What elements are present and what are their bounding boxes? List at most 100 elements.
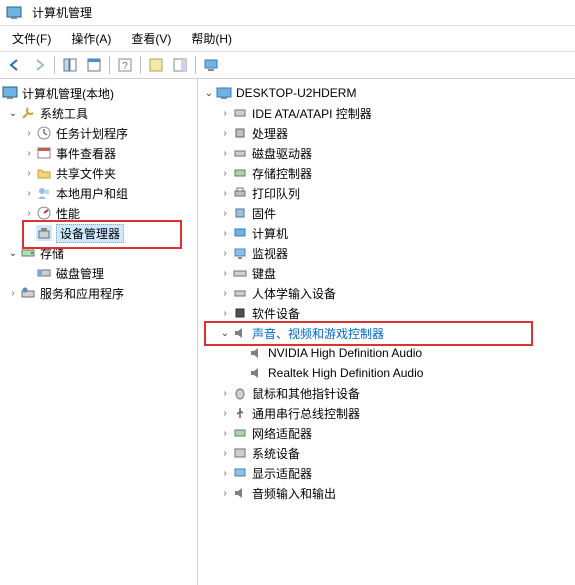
forward-button[interactable]	[28, 54, 50, 76]
chevron-right-icon[interactable]: ›	[218, 408, 232, 419]
cpu-icon	[232, 125, 248, 141]
system-icon	[232, 445, 248, 461]
storage-ctrl-icon	[232, 165, 248, 181]
chevron-right-icon[interactable]: ›	[22, 188, 36, 199]
chevron-right-icon[interactable]: ›	[218, 168, 232, 179]
chevron-down-icon[interactable]: ⌄	[6, 108, 20, 119]
show-hide-tree-button[interactable]	[59, 54, 81, 76]
tree-label: 性能	[56, 205, 80, 222]
dev-audio-io[interactable]: › 音频输入和输出	[198, 483, 575, 503]
dev-sound-nvidia[interactable]: NVIDIA High Definition Audio	[198, 343, 575, 363]
drive-icon	[232, 145, 248, 161]
toolbar-separator	[195, 56, 196, 74]
tree-label: 键盘	[252, 265, 276, 282]
dev-processors[interactable]: ›处理器	[198, 123, 575, 143]
chevron-right-icon[interactable]: ›	[218, 148, 232, 159]
tree-label: 本地用户和组	[56, 185, 128, 202]
chevron-right-icon[interactable]: ›	[218, 288, 232, 299]
chevron-right-icon[interactable]: ›	[218, 268, 232, 279]
dev-sound[interactable]: ⌄ 声音、视频和游戏控制器	[198, 323, 575, 343]
menubar: 文件(F) 操作(A) 查看(V) 帮助(H)	[0, 26, 575, 52]
tree-device-manager[interactable]: 设备管理器	[0, 223, 197, 243]
help-button[interactable]: ?	[114, 54, 136, 76]
dev-software-devices[interactable]: ›软件设备	[198, 303, 575, 323]
tree-root[interactable]: 计算机管理(本地)	[0, 83, 197, 103]
tools-icon	[20, 105, 36, 121]
chevron-right-icon[interactable]: ›	[218, 188, 232, 199]
dev-storage-ctrl[interactable]: ›存储控制器	[198, 163, 575, 183]
ide-icon	[232, 105, 248, 121]
network-icon	[232, 425, 248, 441]
chevron-right-icon[interactable]: ›	[218, 388, 232, 399]
chevron-right-icon[interactable]: ›	[22, 128, 36, 139]
chevron-right-icon[interactable]: ›	[22, 208, 36, 219]
tree-task-scheduler[interactable]: › 任务计划程序	[0, 123, 197, 143]
menu-action[interactable]: 操作(A)	[67, 28, 115, 49]
tree-label: 计算机管理(本地)	[22, 85, 114, 102]
actions-pane-button[interactable]	[169, 54, 191, 76]
tree-shared-folders[interactable]: › 共享文件夹	[0, 163, 197, 183]
dev-sound-realtek[interactable]: Realtek High Definition Audio	[198, 363, 575, 383]
tree-storage[interactable]: ⌄ 存储	[0, 243, 197, 263]
chevron-right-icon[interactable]: ›	[218, 488, 232, 499]
dev-monitors[interactable]: ›监视器	[198, 243, 575, 263]
tree-services-apps[interactable]: › 服务和应用程序	[0, 283, 197, 303]
chevron-right-icon[interactable]: ›	[218, 448, 232, 459]
dev-usb[interactable]: ›通用串行总线控制器	[198, 403, 575, 423]
window-titlebar: 计算机管理	[0, 0, 575, 26]
chevron-down-icon[interactable]: ⌄	[202, 88, 216, 99]
tree-local-users[interactable]: › 本地用户和组	[0, 183, 197, 203]
dev-hid[interactable]: ›人体学输入设备	[198, 283, 575, 303]
dev-computers[interactable]: › 计算机	[198, 223, 575, 243]
tree-performance[interactable]: › 性能	[0, 203, 197, 223]
chevron-right-icon[interactable]: ›	[218, 128, 232, 139]
monitor-icon	[232, 245, 248, 261]
chevron-right-icon[interactable]: ›	[218, 228, 232, 239]
menu-help[interactable]: 帮助(H)	[187, 28, 236, 49]
dev-network[interactable]: ›网络适配器	[198, 423, 575, 443]
software-icon	[232, 305, 248, 321]
tree-label: 系统工具	[40, 105, 88, 122]
dev-display[interactable]: ›显示适配器	[198, 463, 575, 483]
back-button[interactable]	[4, 54, 26, 76]
chevron-right-icon[interactable]: ›	[218, 468, 232, 479]
printer-icon	[232, 185, 248, 201]
dev-disk-drives[interactable]: ›磁盘驱动器	[198, 143, 575, 163]
chevron-right-icon[interactable]: ›	[218, 208, 232, 219]
menu-file[interactable]: 文件(F)	[8, 28, 55, 49]
users-icon	[36, 185, 52, 201]
dev-system-devices[interactable]: ›系统设备	[198, 443, 575, 463]
device-root[interactable]: ⌄ DESKTOP-U2HDERM	[198, 83, 575, 103]
tree-label: 共享文件夹	[56, 165, 116, 182]
tree-label: 计算机	[252, 225, 288, 242]
chevron-down-icon[interactable]: ⌄	[6, 248, 20, 259]
dev-print-queues[interactable]: ›打印队列	[198, 183, 575, 203]
chevron-right-icon[interactable]: ›	[22, 148, 36, 159]
tree-event-viewer[interactable]: › 事件查看器	[0, 143, 197, 163]
menu-view[interactable]: 查看(V)	[127, 28, 175, 49]
monitor-button[interactable]	[200, 54, 222, 76]
chevron-right-icon[interactable]: ›	[218, 428, 232, 439]
chevron-right-icon[interactable]: ›	[218, 248, 232, 259]
properties-button[interactable]	[83, 54, 105, 76]
computer-icon	[216, 85, 232, 101]
tree-system-tools[interactable]: ⌄ 系统工具	[0, 103, 197, 123]
tree-disk-management[interactable]: 磁盘管理	[0, 263, 197, 283]
chevron-right-icon[interactable]: ›	[6, 288, 20, 299]
toolbar-separator	[54, 56, 55, 74]
services-icon	[20, 285, 36, 301]
dev-mice[interactable]: ›鼠标和其他指针设备	[198, 383, 575, 403]
pc-icon	[232, 225, 248, 241]
audio-io-icon	[232, 485, 248, 501]
clock-icon	[36, 125, 52, 141]
refresh-button[interactable]	[145, 54, 167, 76]
tree-label: 音频输入和输出	[252, 485, 336, 502]
chevron-right-icon[interactable]: ›	[218, 108, 232, 119]
chevron-right-icon[interactable]: ›	[22, 168, 36, 179]
chevron-down-icon[interactable]: ⌄	[218, 328, 232, 339]
dev-keyboards[interactable]: › 键盘	[198, 263, 575, 283]
dev-ide[interactable]: ›IDE ATA/ATAPI 控制器	[198, 103, 575, 123]
dev-firmware[interactable]: ›固件	[198, 203, 575, 223]
usb-icon	[232, 405, 248, 421]
chevron-right-icon[interactable]: ›	[218, 308, 232, 319]
